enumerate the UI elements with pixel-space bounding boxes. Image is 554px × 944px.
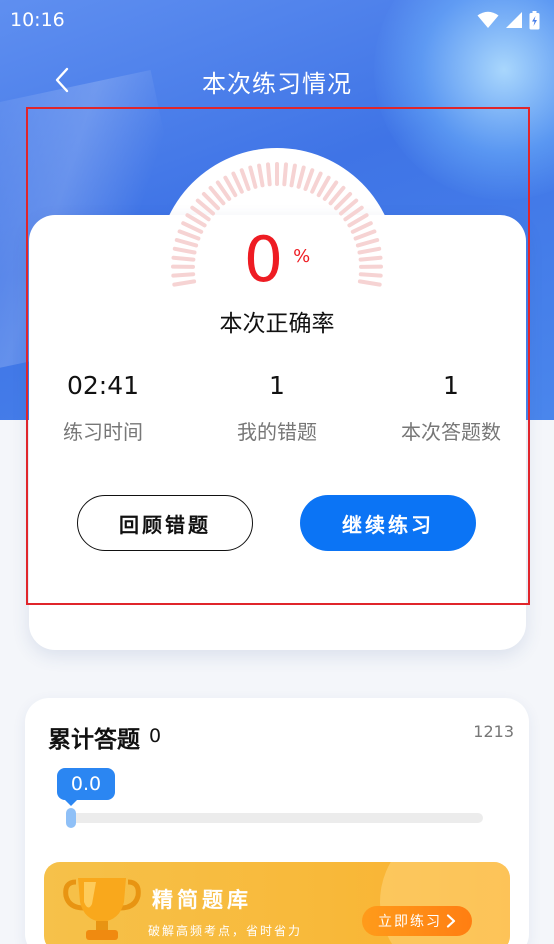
progress-bubble: 0.0 <box>57 768 115 800</box>
accuracy-label: 本次正确率 <box>219 311 335 337</box>
nav-bar: 本次练习情况 <box>0 52 554 108</box>
stat-label: 本次答题数 <box>401 420 501 444</box>
gauge-tick <box>303 168 315 191</box>
gauge-tick <box>231 171 244 194</box>
status-bar: 10:16 <box>0 0 554 40</box>
gauge-tick <box>289 163 297 188</box>
stat-value: 1 <box>443 371 459 400</box>
trophy-icon <box>63 878 141 940</box>
chevron-right-icon <box>446 914 456 928</box>
stat-label: 练习时间 <box>63 420 143 444</box>
cumulative-max: 1213 <box>473 722 514 741</box>
stat-value: 02:41 <box>66 371 140 400</box>
signal-icon <box>506 12 522 28</box>
stats-row: 02:41 练习时间 1 我的错题 1 本次答题数 <box>29 368 526 458</box>
gauge-tick <box>257 163 265 188</box>
banner-title: 精简题库 <box>152 888 252 912</box>
battery-icon <box>529 10 540 29</box>
page-title: 本次练习情况 <box>202 70 352 98</box>
gauge-tick <box>248 165 258 189</box>
accuracy-unit: % <box>293 246 311 267</box>
cumulative-count: 0 <box>149 725 162 747</box>
cumulative-title: 累计答题 <box>48 727 140 753</box>
progress-track <box>66 813 483 823</box>
accuracy-display: 0 % <box>0 228 554 298</box>
status-time: 10:16 <box>10 9 65 31</box>
stat-label: 我的错题 <box>237 420 317 444</box>
stat-value: 1 <box>269 371 285 400</box>
gauge-tick <box>239 168 251 191</box>
review-wrong-button[interactable]: 回顾错题 <box>77 495 253 551</box>
stat-answered-count: 1 本次答题数 <box>361 368 541 445</box>
status-icons <box>477 10 540 30</box>
gauge-tick <box>282 162 288 187</box>
accuracy-value: 0 <box>243 223 284 296</box>
practice-now-label: 立即练习 <box>378 914 442 930</box>
banner-subtitle: 破解高频考点，省时省力 <box>148 924 303 938</box>
gauge-tick <box>310 171 323 194</box>
continue-practice-button[interactable]: 继续练习 <box>300 495 476 551</box>
progress-knob <box>66 808 76 828</box>
wifi-icon <box>477 11 499 28</box>
gauge-tick <box>296 165 306 189</box>
stat-wrong-questions: 1 我的错题 <box>187 368 367 445</box>
practice-now-button[interactable]: 立即练习 <box>362 906 472 936</box>
gauge-tick <box>266 162 272 187</box>
stat-practice-time: 02:41 练习时间 <box>13 368 193 445</box>
progress-bubble-tip <box>64 799 78 806</box>
